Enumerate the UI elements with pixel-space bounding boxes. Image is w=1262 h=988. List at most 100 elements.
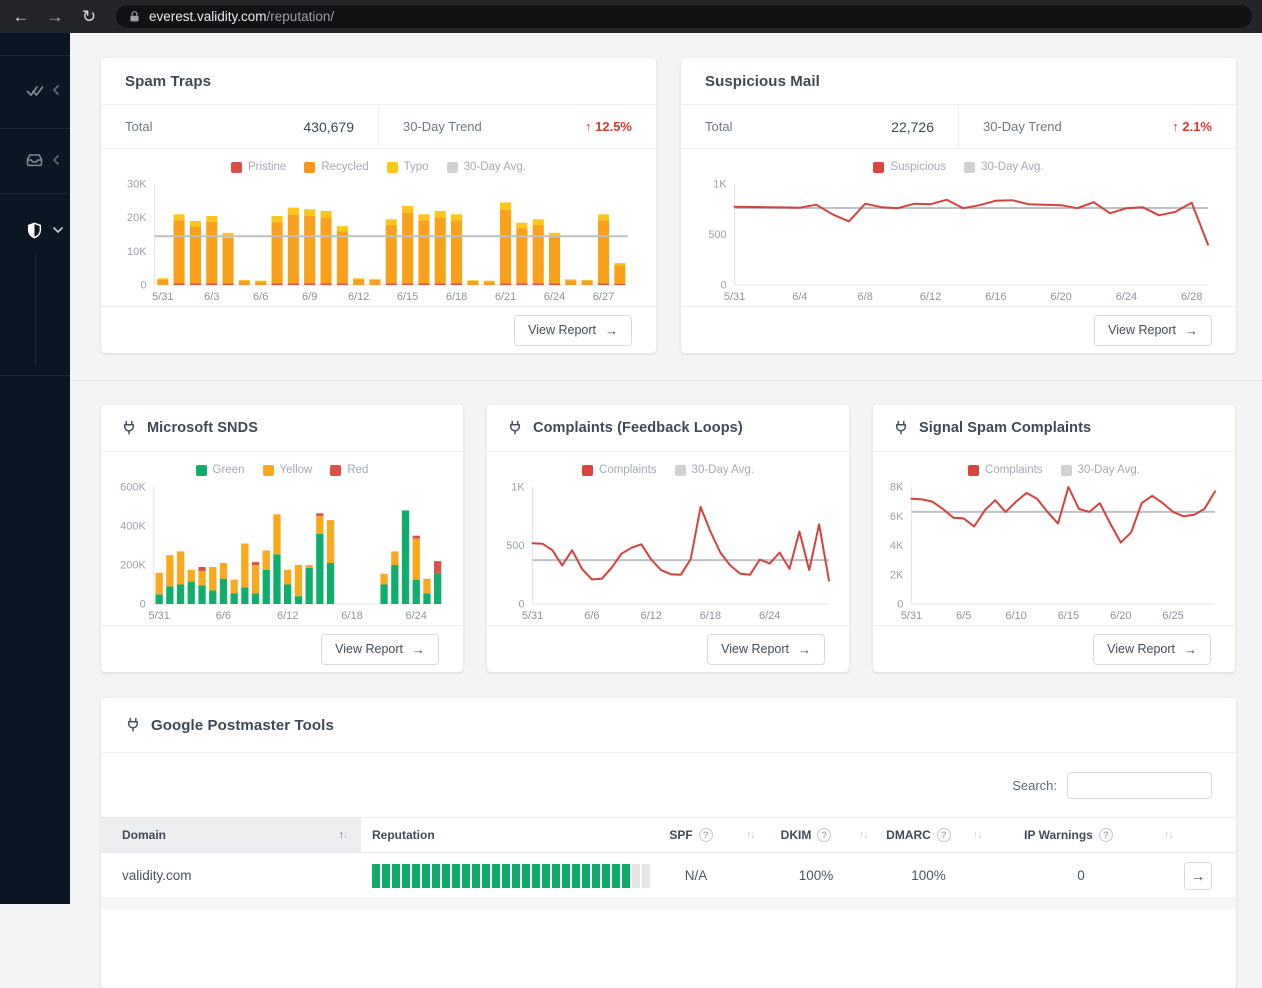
chart-legend: Complaints 30-Day Avg. bbox=[487, 452, 849, 482]
card-title: Complaints (Feedback Loops) bbox=[533, 420, 743, 436]
legend-item[interactable]: 30-Day Avg. bbox=[1061, 464, 1140, 476]
svg-text:6/24: 6/24 bbox=[759, 610, 780, 622]
plug-icon bbox=[507, 420, 523, 436]
svg-text:1K: 1K bbox=[511, 482, 525, 494]
column-header-ip-warnings[interactable]: IP Warnings ? bbox=[1006, 818, 1131, 852]
view-report-button[interactable]: View Report→ bbox=[1093, 634, 1211, 665]
legend-item[interactable]: Typo bbox=[387, 161, 429, 173]
column-header-dmarc[interactable]: DMARC ? bbox=[866, 818, 971, 852]
legend-item[interactable]: Complaints bbox=[968, 464, 1043, 476]
double-check-icon bbox=[26, 83, 43, 98]
google-postmaster-card: Google Postmaster Tools Search: Domain ↑… bbox=[101, 698, 1236, 988]
column-header-dkim[interactable]: DKIM ? bbox=[756, 818, 856, 852]
legend-item[interactable]: 30-Day Avg. bbox=[675, 464, 754, 476]
legend-item[interactable]: 30-Day Avg. bbox=[964, 161, 1043, 173]
svg-text:6/18: 6/18 bbox=[446, 291, 467, 303]
legend-item[interactable]: Suspicious bbox=[873, 161, 946, 173]
browser-refresh-button[interactable]: ↻ bbox=[78, 6, 100, 28]
svg-text:6/9: 6/9 bbox=[302, 291, 317, 303]
legend-item[interactable]: Recycled bbox=[304, 161, 368, 173]
search-input[interactable] bbox=[1067, 772, 1212, 799]
address-bar[interactable]: everest.validity.com/reputation/ bbox=[116, 5, 1252, 28]
svg-text:6/8: 6/8 bbox=[858, 291, 873, 303]
svg-text:6/21: 6/21 bbox=[495, 291, 516, 303]
svg-text:6/12: 6/12 bbox=[348, 291, 369, 303]
svg-text:400K: 400K bbox=[120, 521, 146, 533]
sort-icon[interactable]: ↑↓ bbox=[339, 829, 348, 841]
card-title: Google Postmaster Tools bbox=[151, 717, 334, 734]
column-header-spf[interactable]: SPF ? bbox=[641, 818, 741, 852]
arrow-right-icon: → bbox=[605, 323, 618, 338]
svg-text:6/28: 6/28 bbox=[1181, 291, 1202, 303]
svg-text:6/18: 6/18 bbox=[700, 610, 721, 622]
sort-icon[interactable]: ↑↓ bbox=[1164, 829, 1173, 841]
arrow-right-icon: → bbox=[1184, 642, 1197, 657]
view-report-button[interactable]: View Report→ bbox=[1094, 315, 1212, 346]
card-title: Spam Traps bbox=[125, 73, 211, 90]
svg-text:5/31: 5/31 bbox=[148, 610, 169, 622]
arrow-right-icon: → bbox=[412, 642, 425, 657]
submenu-tree-line bbox=[35, 255, 36, 365]
svg-text:5/31: 5/31 bbox=[522, 610, 543, 622]
microsoft-snds-chart: 0200K400K600K5/316/66/126/186/24 bbox=[115, 482, 449, 622]
sidebar-item-inbox[interactable] bbox=[0, 138, 70, 182]
chart-legend: Suspicious 30-Day Avg. bbox=[681, 149, 1236, 179]
view-report-button[interactable]: View Report→ bbox=[707, 634, 825, 665]
legend-item[interactable]: Complaints bbox=[582, 464, 657, 476]
arrow-right-icon: → bbox=[1185, 323, 1198, 338]
help-icon[interactable]: ? bbox=[937, 828, 951, 842]
sort-icon[interactable]: ↑↓ bbox=[973, 829, 982, 841]
svg-text:6/27: 6/27 bbox=[593, 291, 614, 303]
view-report-button[interactable]: View Report→ bbox=[321, 634, 439, 665]
legend-item[interactable]: 30-Day Avg. bbox=[447, 161, 526, 173]
shield-icon bbox=[26, 222, 43, 239]
sidebar bbox=[0, 33, 70, 904]
svg-text:10K: 10K bbox=[127, 246, 147, 258]
arrow-up-icon: ↑ bbox=[585, 119, 592, 134]
legend-item[interactable]: Green bbox=[196, 464, 245, 476]
total-value: 22,726 bbox=[891, 119, 934, 135]
legend-item[interactable]: Red bbox=[330, 464, 368, 476]
search-label: Search: bbox=[1012, 778, 1057, 793]
view-report-button[interactable]: View Report→ bbox=[514, 315, 632, 346]
svg-text:6/20: 6/20 bbox=[1110, 610, 1131, 622]
total-label: Total bbox=[705, 119, 732, 134]
svg-text:0: 0 bbox=[140, 599, 146, 611]
row-detail-arrow-button[interactable]: → bbox=[1184, 862, 1212, 890]
trend-value: ↑ 2.1% bbox=[1172, 119, 1212, 134]
lock-icon bbox=[129, 10, 140, 23]
sort-icon[interactable]: ↑↓ bbox=[746, 829, 755, 841]
sidebar-item-validation[interactable] bbox=[0, 68, 70, 112]
help-icon[interactable]: ? bbox=[817, 828, 831, 842]
plug-icon bbox=[893, 420, 909, 436]
svg-text:20K: 20K bbox=[127, 212, 147, 224]
table-row: validity.com N/A 100% 100% 0 → bbox=[101, 853, 1236, 899]
domain-cell: validity.com bbox=[122, 853, 192, 898]
svg-text:0: 0 bbox=[897, 599, 903, 611]
svg-text:6/18: 6/18 bbox=[341, 610, 362, 622]
svg-text:6/12: 6/12 bbox=[277, 610, 298, 622]
trend-label: 30-Day Trend bbox=[403, 119, 482, 134]
help-icon[interactable]: ? bbox=[1099, 828, 1113, 842]
table-header: Domain ↑↓ Reputation SPF ? ↑↓ DKIM ? ↑↓ … bbox=[101, 817, 1236, 853]
url-text: everest.validity.com/reputation/ bbox=[149, 9, 334, 24]
help-icon[interactable]: ? bbox=[699, 828, 713, 842]
legend-item[interactable]: Pristine bbox=[231, 161, 286, 173]
svg-text:0: 0 bbox=[518, 599, 524, 611]
legend-item[interactable]: Yellow bbox=[263, 464, 313, 476]
svg-text:6/4: 6/4 bbox=[792, 291, 807, 303]
sidebar-item-reputation[interactable] bbox=[0, 208, 70, 252]
complaints-chart: 05001K5/316/66/126/186/24 bbox=[501, 482, 835, 622]
signal-spam-chart: 02K4K6K8K5/316/56/106/156/206/25 bbox=[887, 482, 1221, 622]
microsoft-snds-card: Microsoft SNDS GreenYellowRed 0200K400K6… bbox=[101, 405, 463, 672]
browser-forward-button[interactable]: → bbox=[44, 6, 66, 28]
svg-text:6K: 6K bbox=[890, 511, 904, 523]
svg-text:500: 500 bbox=[506, 540, 524, 552]
svg-text:6/15: 6/15 bbox=[397, 291, 418, 303]
column-header-reputation: Reputation bbox=[372, 818, 435, 852]
suspicious-mail-chart: 05001K5/316/46/86/126/166/206/246/28 bbox=[703, 179, 1214, 303]
svg-text:6/24: 6/24 bbox=[405, 610, 426, 622]
column-header-domain[interactable]: Domain ↑↓ bbox=[101, 818, 361, 852]
browser-back-button[interactable]: ← bbox=[10, 6, 32, 28]
svg-text:6/6: 6/6 bbox=[216, 610, 231, 622]
